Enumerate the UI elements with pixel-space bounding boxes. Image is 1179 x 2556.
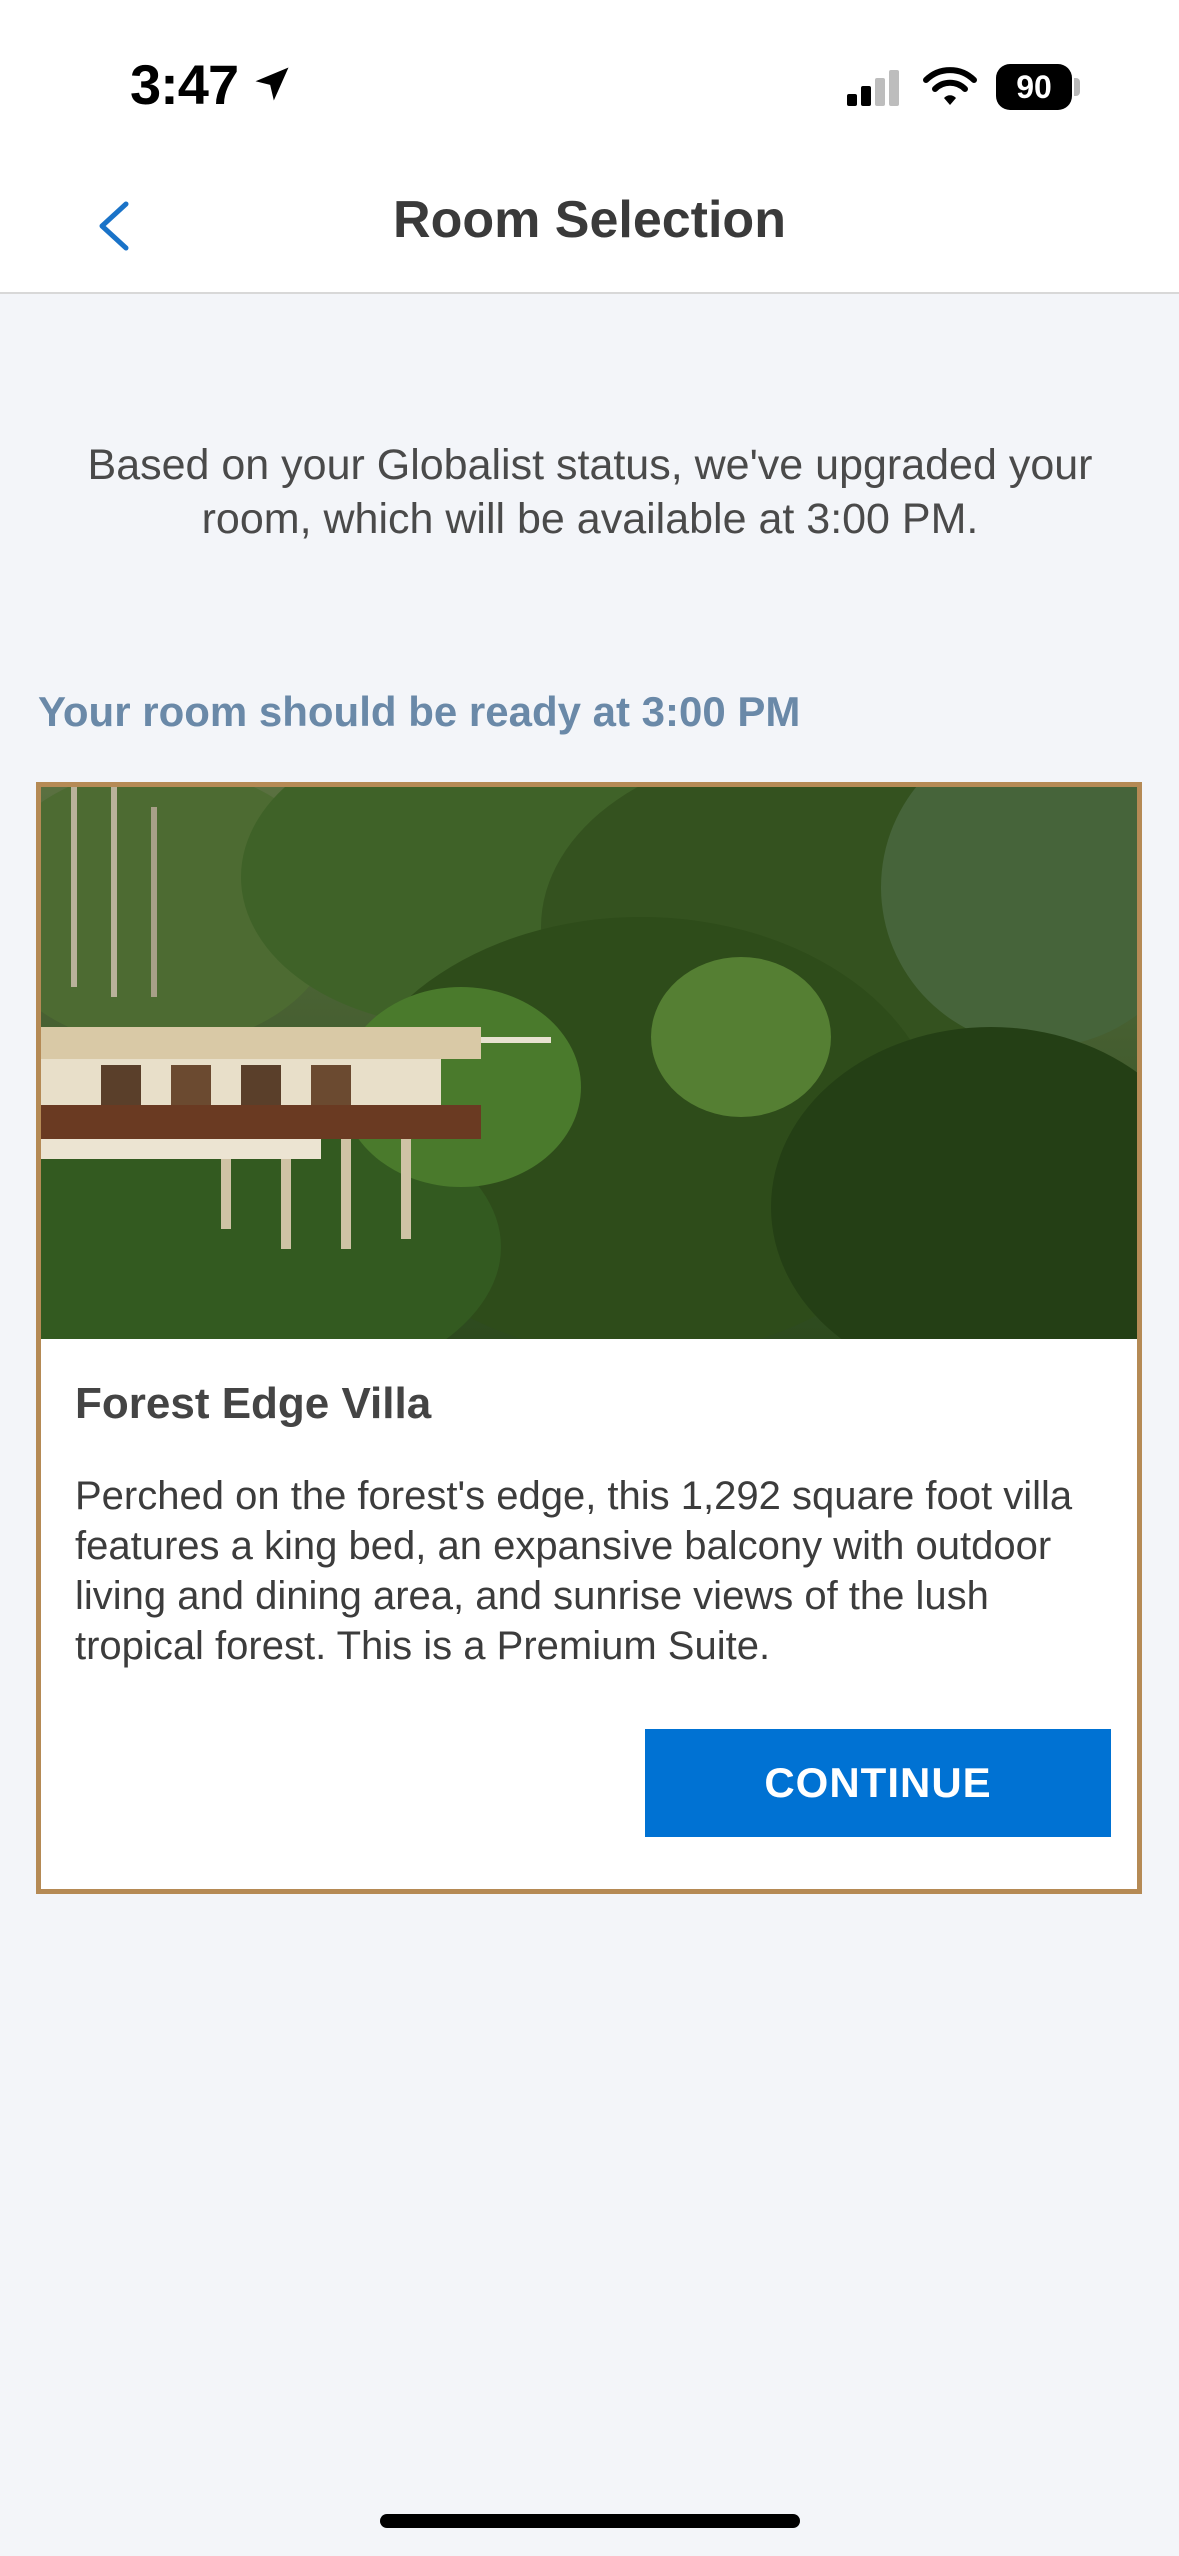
upgrade-notice: Based on your Globalist status, we've up…: [87, 441, 1093, 543]
continue-button[interactable]: CONTINUE: [645, 1729, 1111, 1837]
battery-cap: [1074, 78, 1080, 96]
room-ready-label: Your room should be ready at 3:00 PM: [38, 688, 801, 735]
header: 3:47 90 Room Selection: [0, 0, 1179, 294]
cellular-signal-icon: [847, 70, 899, 106]
location-arrow-icon: [255, 67, 289, 101]
room-description: Perched on the forest's edge, this 1,292…: [75, 1474, 1073, 1668]
room-selection-screen: 3:47 90 Room Selection Based on your Glo…: [0, 0, 1179, 2556]
wifi-icon: [923, 67, 977, 105]
battery-level: 90: [996, 64, 1072, 110]
room-name: Forest Edge Villa: [75, 1379, 432, 1428]
status-time: 3:47: [130, 53, 239, 116]
room-photo: [41, 787, 1137, 1339]
home-indicator[interactable]: [380, 2514, 800, 2528]
page-title: Room Selection: [393, 191, 786, 249]
room-card: Forest Edge Villa Perched on the forest'…: [36, 782, 1142, 1894]
battery-icon: 90: [996, 64, 1080, 110]
